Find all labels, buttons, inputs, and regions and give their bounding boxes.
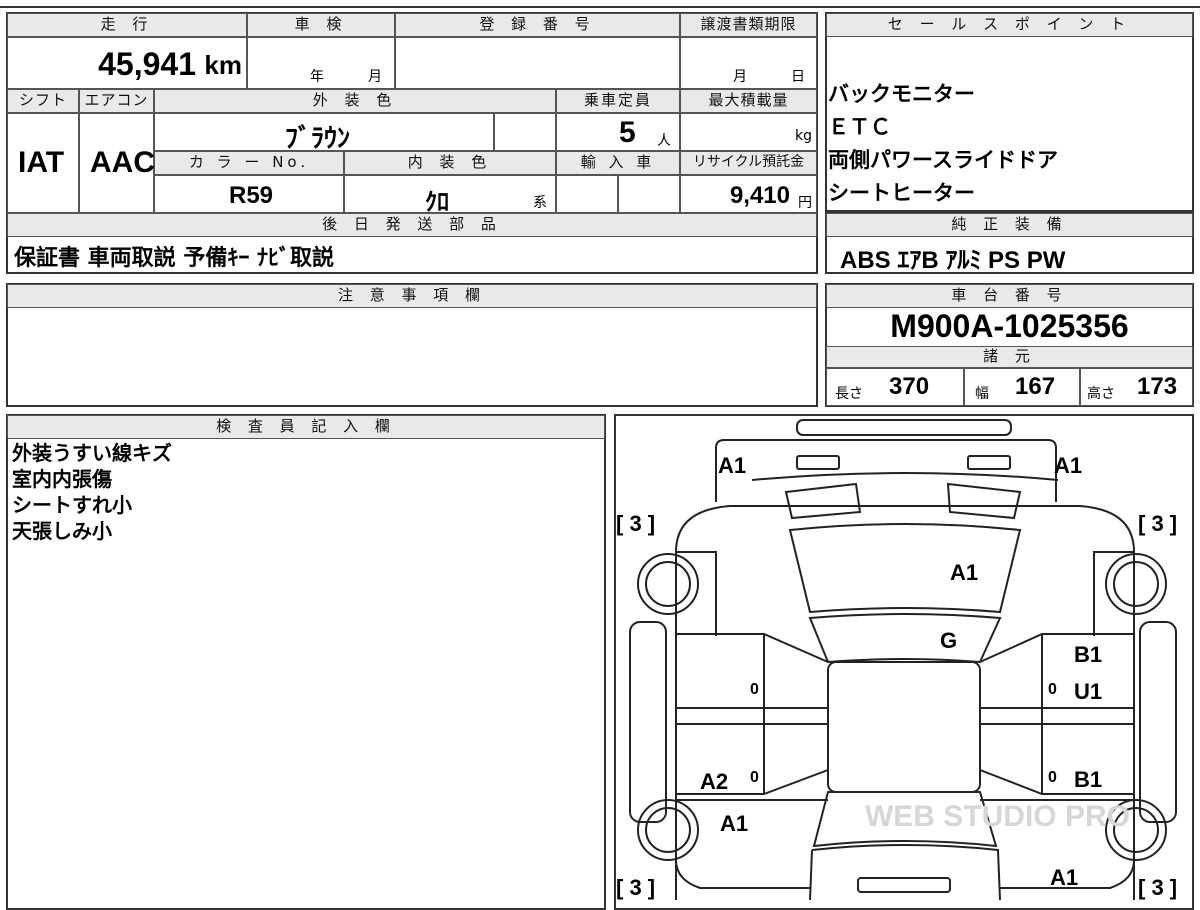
transfer-month-label: 月 <box>733 69 747 85</box>
mark-a1-hood: A1 <box>950 560 978 585</box>
header-capacity: 乗車定員 <box>556 89 680 113</box>
shaken-year-label: 年 <box>310 69 324 85</box>
mark-b1-right-front: B1 <box>1074 642 1102 667</box>
aircon-value: AAC <box>90 146 155 179</box>
chassis-value: M900A-1025356 <box>890 308 1129 344</box>
color-no-value: R59 <box>229 182 274 209</box>
recycle-value: 9,410 <box>729 182 790 209</box>
inspector-notes: 外装うすい線キズ 室内内張傷 シートすれ小 天張しみ小 <box>12 440 172 544</box>
tire-rear-left: [ 3 ] <box>616 875 655 900</box>
capacity-value: 5 <box>619 116 636 149</box>
tire-front-left: [ 3 ] <box>616 511 655 536</box>
header-chassis: 車 台 番 号 <box>826 284 1193 308</box>
inspector-line: シートすれ小 <box>12 493 132 517</box>
mileage-value: 45,941 <box>98 46 196 82</box>
dim-height-cell: 高さ 173 <box>1080 368 1193 406</box>
interior-value: ｸﾛ <box>425 189 449 216</box>
recycle-cell: 9,410 円 <box>680 175 817 213</box>
header-inspector: 検 査 員 記 入 欄 <box>7 415 605 439</box>
header-notes: 注 意 事 項 欄 <box>7 284 817 308</box>
door-handle-mark: 0 <box>750 769 759 786</box>
header-aircon: エアコン <box>79 89 154 113</box>
header-exterior-color: 外 装 色 <box>154 89 556 113</box>
equipment-value: ABS ｴｱB ｱﾙﾐ PS PW <box>840 247 1066 274</box>
transfer-cell: 月 日 <box>680 37 817 89</box>
mark-a1-front-left: A1 <box>718 453 746 478</box>
header-shaken: 車 検 <box>247 13 395 37</box>
sales-point-item: ＥＴＣ <box>828 115 891 139</box>
door-handle-mark: 0 <box>1048 681 1057 698</box>
header-later-parts: 後 日 発 送 部 品 <box>7 213 817 237</box>
capacity-cell: 5 人 <box>556 113 680 151</box>
mileage-cell: 45,941 km <box>7 37 247 89</box>
later-parts-value: 保証書 車両取説 予備ｷｰ ﾅﾋﾞ取説 <box>14 246 334 271</box>
transfer-day-label: 日 <box>791 69 805 85</box>
header-registration: 登 録 番 号 <box>395 13 680 37</box>
shaken-month-label: 月 <box>368 69 382 85</box>
color-value: ﾌﾞﾗｳﾝ <box>285 123 351 153</box>
header-import: 輸 入 車 <box>556 151 680 175</box>
interior-suffix: 系 <box>533 195 547 211</box>
tire-front-right: [ 3 ] <box>1138 511 1177 536</box>
mark-a2-left-rear: A2 <box>700 769 728 794</box>
import-cell-b <box>618 175 680 213</box>
dim-length-value: 370 <box>889 373 930 400</box>
max-load-cell: kg <box>680 113 817 151</box>
mark-a1-left-rear: A1 <box>720 811 748 836</box>
header-sales-points: セ ー ル ス ポ イ ン ト <box>826 13 1193 37</box>
dim-width-cell: 幅 167 <box>964 368 1080 406</box>
inspector-line: 天張しみ小 <box>12 519 112 543</box>
mark-a1-front-right: A1 <box>1054 453 1082 478</box>
sales-points-list: バックモニター ＥＴＣ 両側パワースライドドア シートヒーター <box>828 78 1058 210</box>
color-cell: ﾌﾞﾗｳﾝ <box>154 113 494 153</box>
shift-cell: IAT <box>7 113 79 213</box>
top-clipped-strip <box>0 0 1200 8</box>
car-damage-diagram: A1 A1 A1 G B1 U1 B1 A2 A1 A1 [ 3 ] [ 3 ]… <box>616 419 1177 900</box>
mileage-unit: km <box>204 50 242 80</box>
header-equipment: 純 正 装 備 <box>826 213 1193 237</box>
mark-b1-right-rear: B1 <box>1074 767 1102 792</box>
dim-width-label: 幅 <box>975 386 989 402</box>
watermark: WEB STUDIO PRO <box>865 800 1130 833</box>
header-color-no: カ ラ ー No. <box>154 151 344 175</box>
door-handle-mark: 0 <box>1048 769 1057 786</box>
header-mileage: 走 行 <box>7 13 247 37</box>
shift-value: IAT <box>18 146 65 179</box>
dim-length-cell: 長さ 370 <box>826 368 964 406</box>
dim-length-label: 長さ <box>835 386 863 402</box>
header-dimensions: 諸 元 <box>826 346 1193 368</box>
registration-cell <box>395 37 680 89</box>
dim-width-value: 167 <box>1015 373 1056 400</box>
header-interior-color: 内 装 色 <box>344 151 556 175</box>
header-shift: シフト <box>7 89 79 113</box>
inspector-line: 室内内張傷 <box>12 467 112 491</box>
capacity-unit: 人 <box>657 133 671 149</box>
import-cell-a <box>556 175 618 213</box>
dim-height-value: 173 <box>1137 373 1178 400</box>
sales-point-item: シートヒーター <box>828 181 975 205</box>
mark-u1-right-front: U1 <box>1074 679 1102 704</box>
color-sub-cell <box>494 113 556 151</box>
dim-height-label: 高さ <box>1087 386 1115 402</box>
sales-point-item: バックモニター <box>828 82 975 106</box>
tire-rear-right: [ 3 ] <box>1138 875 1177 900</box>
inspector-line: 外装うすい線キズ <box>12 441 172 465</box>
mark-a1-back-right: A1 <box>1050 865 1078 890</box>
color-no-cell: R59 <box>154 175 344 213</box>
header-recycle: リサイクル預託金 <box>680 151 817 175</box>
header-transfer-deadline: 譲渡書類期限 <box>680 13 817 37</box>
header-max-load: 最大積載量 <box>680 89 817 113</box>
aircon-cell: AAC <box>79 113 155 213</box>
interior-cell: ｸﾛ 系 <box>344 175 556 216</box>
load-unit: kg <box>795 128 812 144</box>
sales-point-item: 両側パワースライドドア <box>828 148 1058 172</box>
shaken-cell: 年 月 <box>247 37 395 89</box>
door-handle-mark: 0 <box>750 681 759 698</box>
mark-g-windshield: G <box>940 628 957 653</box>
recycle-unit: 円 <box>798 195 812 211</box>
